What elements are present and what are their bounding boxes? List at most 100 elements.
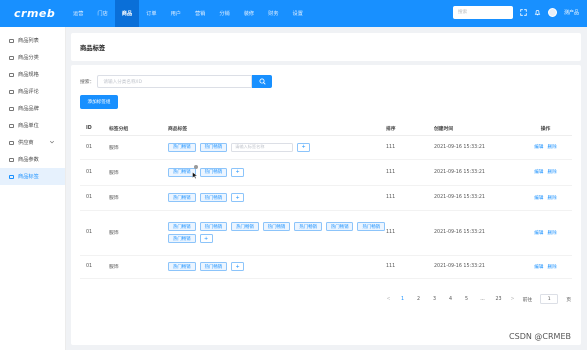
sidebar-item[interactable]: 商品评论 [0,83,65,100]
chevron-down-icon[interactable] [49,139,55,147]
tag-chip[interactable]: 热门畅销 [168,142,196,152]
column-header-sort: 排序 [386,123,434,136]
sidebar-item[interactable]: 商品标签 [0,168,65,185]
sidebar-item[interactable]: 商品列表 [0,32,65,49]
nav-item[interactable]: 用户 [164,0,188,27]
cell-id: 01 [80,159,109,186]
page-number[interactable]: 3 [431,297,439,302]
tag-name-input[interactable]: 请输入标签名称 [231,142,294,152]
nav-item[interactable]: 运营 [66,0,90,27]
cell-tags: 热门畅销 热门畅销 + [168,255,386,279]
tag-chip[interactable]: 热门畅销 [262,222,291,231]
tag-chip[interactable]: 热门畅销 [168,234,196,243]
global-search-input[interactable]: 搜索 [452,6,513,19]
user-name[interactable]: 测产品 [564,9,579,16]
nav-item[interactable]: 商品 [114,0,140,27]
add-tag-button[interactable]: + [199,234,213,243]
menu-item-icon [9,123,14,128]
tag-chip[interactable]: 热门畅销 [294,222,322,231]
next-page-button[interactable]: > [511,297,515,302]
nav-item[interactable]: 分销 [212,0,236,27]
edit-link[interactable]: 编辑 [534,170,543,175]
cell-sort: 111 [386,135,434,160]
add-tag-button[interactable]: + [297,142,311,152]
add-tag-button[interactable]: + [231,262,245,271]
tag-chip[interactable]: 热门畅销 [357,222,386,231]
cell-created-time: 2021-09-16 15:33:21 [434,159,519,186]
page-number[interactable]: 2 [415,297,423,302]
close-icon[interactable] [193,164,198,169]
nav-item[interactable]: 财务 [261,0,285,27]
delete-link[interactable]: 删除 [548,170,557,175]
tag-chip[interactable]: 热门畅销 [199,167,228,177]
sidebar-item-label: 商品列表 [18,38,39,44]
tag-chip[interactable]: 热门畅销 [199,142,228,152]
add-tag-group-button[interactable]: 添加标签组 [80,95,118,109]
cell-id: 01 [80,255,109,279]
nav-item[interactable]: 装修 [237,0,261,27]
sidebar-item[interactable]: 商品规格 [0,66,65,83]
nav-item[interactable]: 营销 [188,0,212,27]
user-avatar[interactable] [547,8,557,17]
edit-link[interactable]: 编辑 [534,196,543,201]
delete-link[interactable]: 删除 [548,231,557,236]
cell-ops: 编辑 删除 [519,159,572,186]
nav-item[interactable]: 订单 [139,0,163,27]
page-number[interactable]: 4 [447,297,455,302]
sidebar-item[interactable]: 供应商 [0,134,65,151]
sidebar-item-label: 商品分类 [18,55,39,61]
tag-chip[interactable]: 热门畅销 [168,193,196,202]
sidebar-item-label: 供应商 [18,140,34,146]
sidebar-item[interactable]: 商品参数 [0,151,65,168]
tag-chip[interactable]: 热门畅销 [199,262,228,271]
nav-item[interactable]: 门店 [90,0,114,27]
tag-chip-wrapper: 热门畅销 [168,164,198,179]
topbar-tools: 搜索 测产品 [452,6,579,19]
add-tag-button[interactable]: + [231,193,245,202]
tag-chip[interactable]: 热门畅销 [199,222,228,231]
cell-tags: 热门畅销 热门畅销 热门畅销 热门畅销 热门畅销 热门畅销 热门畅销 热门畅销 + [168,210,386,256]
add-tag-button[interactable]: + [231,167,245,177]
page-number[interactable]: 5 [463,297,471,302]
main-nav: 运营 门店 商品 订单 用户 营销 分销 装修 财务 设置 [66,0,310,27]
content-card: 搜索： 请输入分类名称/ID 添加标签组 ID 标签分组 商品标签 排序 创建时… [71,65,581,345]
cell-created-time: 2021-09-16 15:33:21 [434,185,519,211]
delete-link[interactable]: 删除 [548,196,557,201]
tag-chip[interactable]: 热门畅销 [168,262,196,271]
cell-ops: 编辑 删除 [519,135,572,160]
page-number[interactable]: 23 [495,297,503,302]
tag-chip[interactable]: 热门畅销 [325,222,354,231]
cell-tags: 热门畅销 热门畅销 + [168,159,386,186]
notification-bell-icon[interactable] [534,9,541,16]
csdn-watermark: CSDN @CRMEB [509,332,571,341]
column-header-category: 标签分组 [109,123,168,136]
goto-page-input[interactable]: 1 [540,294,559,304]
edit-link[interactable]: 编辑 [534,265,543,270]
sidebar-menu: 商品列表商品分类商品规格 商品评论 商品品牌 商品单位供应商商品参数 商品标签 [0,27,66,350]
search-input[interactable]: 请输入分类名称/ID [97,75,253,88]
crmeb-logo[interactable]: crmeb [0,7,66,20]
prev-page-button[interactable]: < [387,297,391,302]
delete-link[interactable]: 删除 [548,265,557,270]
sidebar-item[interactable]: 商品分类 [0,49,65,66]
search-button[interactable] [252,75,273,88]
column-header-time: 创建时间 [434,123,519,136]
sidebar-item[interactable]: 商品品牌 [0,100,65,117]
nav-item[interactable]: 设置 [286,0,310,27]
delete-link[interactable]: 删除 [548,145,557,150]
goto-suffix: 页 [566,297,571,303]
sidebar-item[interactable]: 商品单位 [0,117,65,134]
edit-link[interactable]: 编辑 [534,231,543,236]
tag-chip[interactable]: 热门畅销 [199,193,228,202]
menu-item-icon [9,174,14,179]
edit-link[interactable]: 编辑 [534,145,543,150]
top-navigation-bar: crmeb 运营 门店 商品 订单 用户 营销 分销 装修 财务 设置 搜索 测产品 [0,0,587,27]
tag-chip[interactable]: 热门畅销 [231,222,259,231]
column-header-tags: 商品标签 [168,123,386,136]
page-number[interactable]: 1 [399,297,407,302]
tag-chip[interactable]: 热门畅销 [168,222,196,231]
page-number[interactable]: ... [479,297,487,302]
fullscreen-icon[interactable] [520,9,527,16]
goto-label: 前往 [522,297,533,303]
menu-item-icon [9,89,14,94]
